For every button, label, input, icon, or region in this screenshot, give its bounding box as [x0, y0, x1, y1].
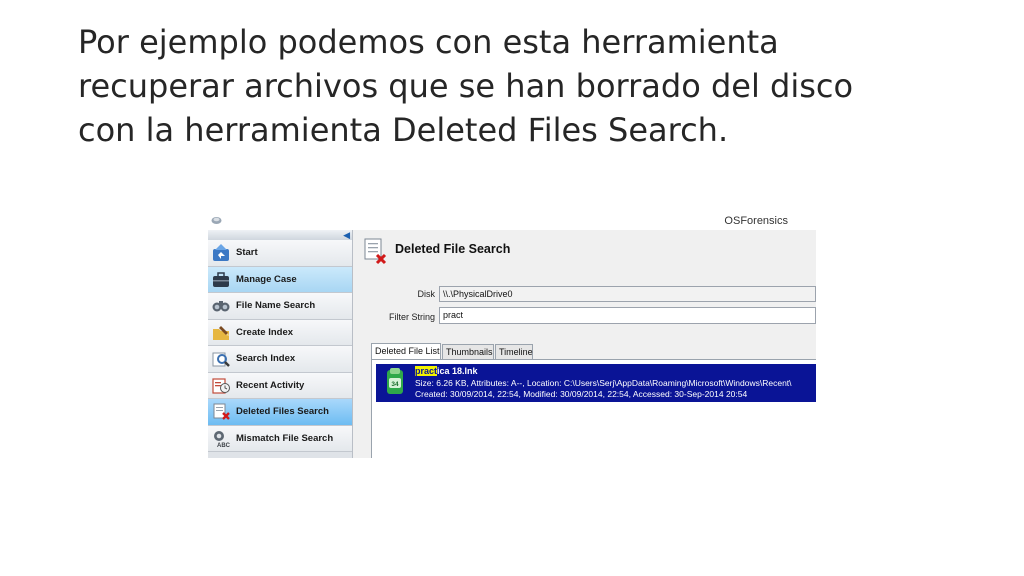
- start-icon: [213, 244, 229, 261]
- sidebar-item-search-index[interactable]: Search Index: [208, 346, 352, 373]
- filter-match-highlight: pract: [415, 366, 438, 376]
- title-line-1: Por ejemplo podemos con esta herramienta: [78, 23, 779, 61]
- recent-activity-icon: [212, 377, 230, 394]
- file-name-rest: ica 18.lnk: [437, 366, 478, 376]
- sidebar-item-label: Recent Activity: [236, 379, 305, 391]
- sidebar-item-label: File Name Search: [236, 300, 316, 311]
- panel-title: Deleted File Search: [395, 242, 511, 256]
- sidebar: ◀ Start Manage Case File Name Search Cre…: [208, 230, 353, 458]
- sidebar-item-start[interactable]: Start: [208, 240, 352, 267]
- app-logo-icon: [211, 217, 222, 224]
- filter-string-input[interactable]: pract: [439, 307, 816, 324]
- title-line-2: recuperar archivos que se han borrado de…: [78, 67, 854, 105]
- result-details: Size: 6.26 KB, Attributes: A--, Location…: [415, 378, 792, 388]
- result-dates: Created: 30/09/2014, 22:54, Modified: 30…: [415, 389, 748, 399]
- slide-title: Por ejemplo podemos con esta herramienta…: [78, 20, 978, 152]
- tab-timeline[interactable]: Timeline: [495, 344, 533, 359]
- svg-text:ABC: ABC: [217, 443, 231, 448]
- deleted-file-type-icon: 34: [387, 368, 403, 394]
- window-title: OSForensics: [724, 215, 788, 227]
- briefcase-icon: [213, 271, 229, 287]
- list-item[interactable]: 34 practica 18.lnk Size: 6.26 KB, Attrib…: [376, 364, 816, 402]
- title-line-3: con la herramienta Deleted Files Search.: [78, 111, 729, 149]
- sidebar-nav: Start Manage Case File Name Search Creat…: [208, 240, 352, 452]
- disk-select[interactable]: \\.\PhysicalDrive0: [439, 286, 816, 302]
- search-index-icon: [212, 352, 230, 367]
- file-icon-badge: 34: [391, 381, 399, 388]
- sidebar-item-label: Search Index: [236, 353, 296, 364]
- tab-thumbnails[interactable]: Thumbnails: [442, 344, 494, 359]
- create-index-icon: [213, 325, 229, 340]
- sidebar-item-file-name-search[interactable]: File Name Search: [208, 293, 352, 320]
- sidebar-item-create-index[interactable]: Create Index: [208, 319, 352, 346]
- sidebar-item-deleted-files-search[interactable]: Deleted Files Search: [208, 399, 352, 426]
- disk-label: Disk: [417, 289, 436, 299]
- sidebar-item-label: Mismatch File Search: [236, 432, 334, 444]
- tab-deleted-file-list[interactable]: Deleted File List: [371, 343, 441, 359]
- deleted-file-list: 34 practica 18.lnk Size: 6.26 KB, Attrib…: [371, 359, 816, 458]
- mismatch-icon: ABC: [214, 430, 231, 448]
- sidebar-item-manage-case[interactable]: Manage Case: [208, 266, 352, 293]
- sidebar-item-recent-activity[interactable]: Recent Activity: [208, 372, 352, 399]
- osforensics-screenshot: OSForensics ◀ Start Manage Case File Nam…: [208, 214, 816, 458]
- filter-string-label: Filter String: [388, 312, 435, 322]
- deleted-file-icon: [364, 238, 387, 265]
- sidebar-item-mismatch-file-search[interactable]: ABC Mismatch File Search: [208, 425, 352, 452]
- result-file-name: practica 18.lnk: [415, 366, 478, 376]
- window-titlebar: OSForensics: [208, 214, 816, 230]
- deleted-file-icon: [213, 403, 230, 420]
- binoculars-icon: [212, 301, 230, 312]
- sidebar-item-label: Create Index: [236, 326, 294, 338]
- sidebar-item-label: Deleted Files Search: [236, 406, 329, 417]
- sidebar-item-label: Manage Case: [236, 273, 297, 285]
- deleted-file-search-panel: Deleted File Search Disk \\.\PhysicalDri…: [353, 230, 816, 458]
- sidebar-item-label: Start: [236, 247, 258, 258]
